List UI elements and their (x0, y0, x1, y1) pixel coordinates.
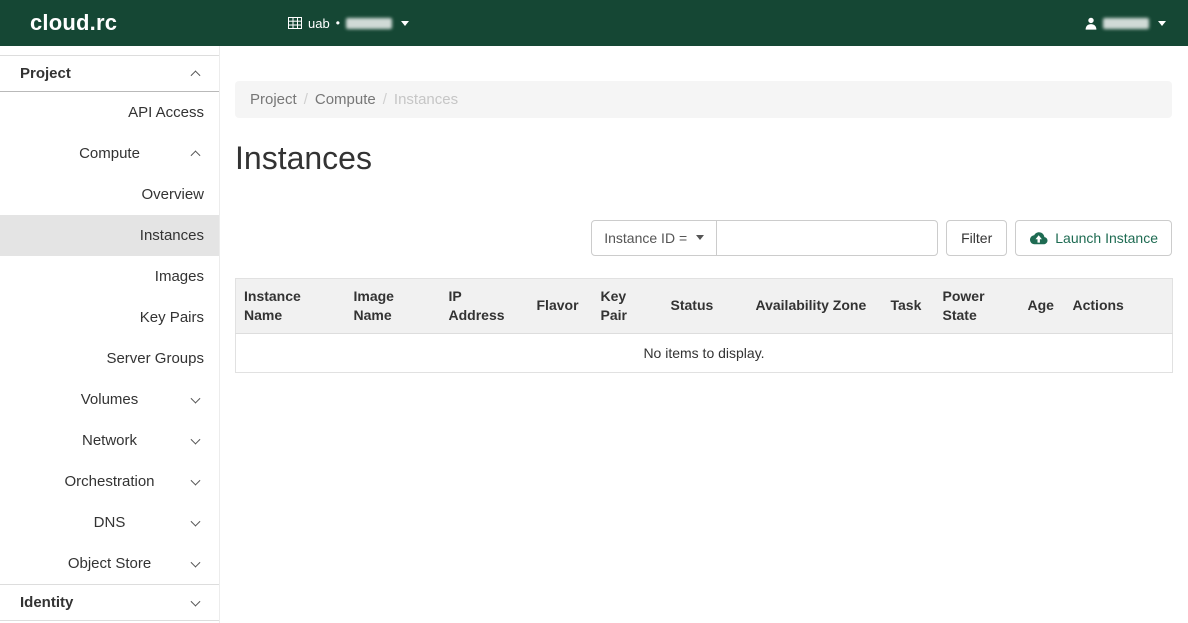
project-switcher-org: uab (308, 16, 330, 31)
user-icon (1085, 17, 1097, 30)
breadcrumb-separator: / (304, 91, 308, 108)
redacted-project-name (346, 18, 392, 29)
column-header-availability-zone: Availability Zone (748, 278, 883, 333)
sidebar-item-compute[interactable]: Compute (0, 133, 219, 174)
sidebar-item-label: Network (82, 432, 137, 449)
launch-instance-button[interactable]: Launch Instance (1015, 220, 1172, 256)
sidebar-item-overview[interactable]: Overview (0, 174, 219, 215)
chevron-down-icon (696, 235, 704, 240)
sidebar-section-identity[interactable]: Identity (0, 584, 219, 621)
column-header-age: Age (1020, 278, 1065, 333)
column-header-actions: Actions (1065, 278, 1173, 333)
column-header-key-pair: Key Pair (593, 278, 663, 333)
filter-input[interactable] (716, 220, 938, 256)
chevron-up-icon (191, 150, 201, 160)
sidebar-item-label: DNS (94, 514, 126, 531)
sidebar-item-label: Server Groups (106, 350, 204, 367)
sidebar-item-label: Orchestration (64, 473, 154, 490)
chevron-down-icon (191, 516, 201, 526)
sidebar-item-api-access[interactable]: API Access (0, 92, 219, 133)
sidebar-item-label: Overview (141, 186, 204, 203)
filter-button[interactable]: Filter (946, 220, 1007, 256)
sidebar-item-orchestration[interactable]: Orchestration (0, 461, 219, 502)
sidebar: Project API Access Compute Overview Inst… (0, 46, 220, 623)
chevron-down-icon (191, 475, 201, 485)
breadcrumb-separator: / (383, 91, 387, 108)
chevron-down-icon (191, 557, 201, 567)
column-header-instance-name: Instance Name (236, 278, 346, 333)
filter-field-dropdown-label: Instance ID = (604, 230, 687, 246)
sidebar-item-label: Volumes (81, 391, 139, 408)
cloud-upload-icon (1029, 231, 1048, 245)
table-toolbar: Instance ID = Filter Launch Instance (235, 220, 1172, 256)
sidebar-item-network[interactable]: Network (0, 420, 219, 461)
column-header-flavor: Flavor (529, 278, 593, 333)
breadcrumb: Project / Compute / Instances (235, 81, 1172, 118)
sidebar-item-label: Key Pairs (140, 309, 204, 326)
sidebar-item-images[interactable]: Images (0, 256, 219, 297)
redacted-username (1103, 18, 1149, 29)
sidebar-section-identity-label: Identity (20, 594, 73, 611)
column-header-ip-address: IP Address (441, 278, 529, 333)
table-empty-row: No items to display. (236, 333, 1173, 372)
main-content: Project / Compute / Instances Instances Inst… (220, 46, 1188, 623)
chevron-down-icon (191, 393, 201, 403)
sidebar-item-instances[interactable]: Instances (0, 215, 219, 256)
sidebar-item-server-groups[interactable]: Server Groups (0, 338, 219, 379)
filter-field-dropdown[interactable]: Instance ID = (591, 220, 717, 256)
breadcrumb-link-project[interactable]: Project (250, 91, 297, 108)
page-title: Instances (235, 140, 1188, 177)
sidebar-item-label: Images (155, 268, 204, 285)
user-menu[interactable] (1085, 17, 1166, 30)
launch-instance-button-label: Launch Instance (1055, 230, 1158, 246)
breadcrumb-link-compute[interactable]: Compute (315, 91, 376, 108)
chevron-down-icon (191, 596, 201, 606)
column-header-task: Task (883, 278, 935, 333)
project-switcher-separator: • (336, 16, 340, 30)
breadcrumb-current: Instances (394, 91, 458, 108)
column-header-image-name: Image Name (346, 278, 441, 333)
chevron-down-icon (191, 434, 201, 444)
column-header-status: Status (663, 278, 748, 333)
sidebar-section-project-label: Project (20, 65, 71, 82)
instances-table: Instance Name Image Name IP Address Flav… (235, 278, 1173, 373)
sidebar-item-label: Object Store (68, 555, 151, 572)
sidebar-item-key-pairs[interactable]: Key Pairs (0, 297, 219, 338)
sidebar-item-volumes[interactable]: Volumes (0, 379, 219, 420)
sidebar-item-dns[interactable]: DNS (0, 502, 219, 543)
sidebar-item-label: API Access (128, 104, 204, 121)
top-navbar: cloud.rc uab • (0, 0, 1188, 46)
empty-message: No items to display. (236, 333, 1173, 372)
brand-logo[interactable]: cloud.rc (0, 10, 220, 36)
table-header-row: Instance Name Image Name IP Address Flav… (236, 278, 1173, 333)
sidebar-item-label: Compute (79, 145, 140, 162)
sidebar-section-project[interactable]: Project (0, 55, 219, 92)
filter-button-label: Filter (961, 230, 992, 246)
sidebar-item-object-store[interactable]: Object Store (0, 543, 219, 584)
column-header-power-state: Power State (935, 278, 1020, 333)
building-grid-icon (288, 17, 302, 29)
sidebar-item-label: Instances (140, 227, 204, 244)
chevron-down-icon (401, 21, 409, 26)
chevron-up-icon (191, 70, 201, 80)
project-switcher[interactable]: uab • (288, 16, 409, 31)
chevron-down-icon (1158, 21, 1166, 26)
